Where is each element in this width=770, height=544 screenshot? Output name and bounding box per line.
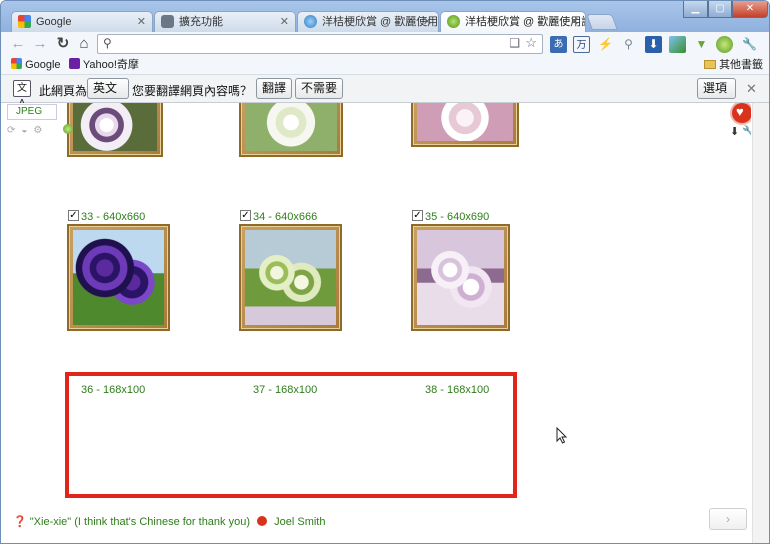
dictionary-icon[interactable]: 万 [573, 36, 590, 53]
thumbnail-frame[interactable] [239, 103, 343, 157]
home-icon[interactable]: ⌂ [75, 35, 93, 53]
google-icon [11, 58, 22, 69]
back-arrow-icon[interactable]: ← [9, 35, 27, 53]
language-value: 英文 [93, 81, 118, 95]
bookmark-label: Google [25, 59, 61, 71]
star-icon[interactable]: ☆ [525, 35, 537, 51]
tab-title: Google [36, 16, 72, 28]
thumbnail-frame[interactable] [239, 224, 342, 331]
flower-image [73, 103, 157, 151]
bookmarks-bar: Google Yahoo!奇摩 其他書籤 [1, 56, 769, 75]
infobar-question: 您要翻譯網頁內容嗎？ [132, 84, 253, 98]
maximize-button[interactable]: ▢ [708, 1, 732, 18]
google-icon [18, 15, 31, 28]
bookmark-other[interactable]: 其他書籤 [704, 58, 763, 72]
close-icon[interactable]: ✕ [423, 12, 432, 32]
tab-page-1[interactable]: 洋桔梗欣賞 @ 歡麗使用說 ✕ [297, 11, 439, 32]
forward-arrow-icon[interactable]: → [31, 35, 49, 53]
language-select[interactable]: 英文 ▼ [87, 78, 129, 114]
highlight-rectangle [65, 372, 517, 498]
close-icon[interactable]: ✕ [570, 12, 579, 32]
flower-image [417, 103, 513, 141]
tab-title: 洋桔梗欣賞 @ 歡麗使用說 [322, 16, 439, 28]
tab-page-active[interactable]: 洋桔梗欣賞 @ 歡麗使用說 ✕ [440, 11, 586, 32]
page-action-icon[interactable]: ❑ [509, 36, 520, 50]
new-tab-button[interactable] [586, 14, 618, 30]
select-checkbox[interactable]: ✓ [68, 210, 79, 221]
heart-icon [257, 516, 268, 526]
next-page-button[interactable]: › [709, 508, 747, 530]
translate-icon: 文A [13, 80, 31, 109]
flower-image [245, 103, 337, 151]
translate-infobar: 文A 此網頁為 英文 ▼ 您要翻譯網頁內容嗎？ 翻譯 不需要 選項 ▼ ✕ [1, 75, 769, 114]
footer-author[interactable]: Joel Smith [274, 516, 325, 528]
browser-window: Google ✕ 擴充功能 ✕ 洋桔梗欣賞 @ 歡麗使用說 ✕ 洋桔梗欣賞 @ … [0, 0, 770, 544]
close-window-button[interactable]: ✕ [732, 1, 768, 18]
footer-credit: ❓ "Xie-xie" (I think that's Chinese for … [13, 515, 325, 528]
thumbnail-frame[interactable] [411, 224, 510, 331]
close-icon[interactable]: ✕ [137, 12, 146, 32]
close-icon[interactable]: ✕ [280, 12, 289, 32]
select-checkbox[interactable]: ✓ [240, 210, 251, 221]
tab-title: 擴充功能 [179, 16, 223, 28]
title-bar: Google ✕ 擴充功能 ✕ 洋桔梗欣賞 @ 歡麗使用說 ✕ 洋桔梗欣賞 @ … [1, 1, 769, 32]
address-bar[interactable]: ⚲ ❑ ☆ [97, 34, 543, 54]
leaf-extension-icon[interactable] [716, 36, 733, 53]
search-icon: ⚲ [103, 36, 112, 50]
thumbnail-frame[interactable] [67, 224, 170, 331]
lightning-icon[interactable]: ⚡ [597, 36, 614, 53]
thumbnail-frame[interactable] [411, 103, 519, 147]
format-value: JPEG [16, 106, 43, 117]
search-icon[interactable]: ⚲ [620, 36, 637, 53]
folder-icon [704, 60, 716, 69]
infobar-prefix: 此網頁為 [39, 84, 88, 98]
bookmark-yahoo[interactable]: Yahoo!奇摩 [69, 58, 139, 72]
tab-google[interactable]: Google ✕ [11, 11, 153, 32]
wrench-icon[interactable]: 🔧 [742, 125, 751, 138]
close-infobar-icon[interactable]: ✕ [746, 81, 757, 97]
puzzle-icon [161, 15, 174, 28]
options-button[interactable]: 選項 ▼ [697, 78, 736, 114]
bookmark-google[interactable]: Google [11, 58, 61, 72]
navigation-toolbar: ← → ↻ ⌂ ⚲ ❑ ☆ あ 万 ⚡ ⚲ ⬇ ▼ 🔧 [1, 32, 769, 56]
mouse-cursor-icon [556, 427, 568, 444]
bookmark-label: 其他書籤 [719, 59, 764, 71]
tab-title: 洋桔梗欣賞 @ 歡麗使用說 [465, 16, 586, 28]
yahoo-icon [69, 58, 80, 69]
leaf-icon [447, 15, 460, 28]
tab-extensions[interactable]: 擴充功能 ✕ [154, 11, 296, 32]
screenshot-icon[interactable] [669, 36, 686, 53]
image-caption: 35 - 640x690 [425, 211, 490, 223]
down-arrow-icon[interactable]: ⬇ [730, 125, 739, 138]
wrench-icon[interactable]: 🔧 [741, 36, 758, 53]
image-caption: 33 - 640x660 [81, 211, 146, 223]
purple-flower-image [73, 230, 164, 325]
image-caption: 34 - 640x666 [253, 211, 318, 223]
side-tool-icons[interactable]: ⟳◒⚙ [7, 125, 48, 136]
green-flower-image [245, 230, 336, 325]
format-select[interactable]: JPEG [7, 104, 57, 120]
reload-icon[interactable]: ↻ [54, 35, 72, 53]
globe-icon [304, 15, 317, 28]
translate-extension-icon[interactable]: あ [550, 36, 567, 53]
decline-button[interactable]: 不需要 [295, 78, 344, 99]
white-flower-image [417, 230, 504, 325]
question-icon: ❓ [13, 516, 27, 528]
translate-button[interactable]: 翻譯 [256, 78, 293, 99]
leaf-icon [63, 124, 73, 134]
vertical-scrollbar[interactable] [752, 103, 769, 543]
select-checkbox[interactable]: ✓ [412, 210, 423, 221]
download-icon[interactable]: ⬇ [645, 36, 662, 53]
heart-icon[interactable]: ♥ [732, 103, 751, 123]
bookmark-label: Yahoo!奇摩 [82, 59, 139, 71]
footer-quote: "Xie-xie" (I think that's Chinese for th… [29, 516, 250, 528]
options-label: 選項 [703, 81, 728, 95]
pin-icon[interactable]: ▼ [693, 36, 710, 53]
thumbnail-frame[interactable] [67, 103, 163, 157]
minimize-button[interactable]: ▁ [683, 1, 708, 18]
